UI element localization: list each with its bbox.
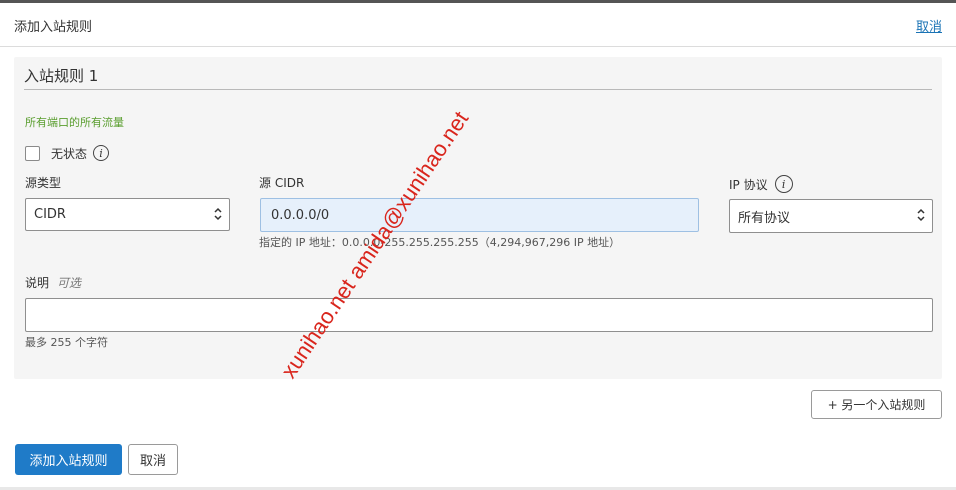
chevron-up-down-icon — [214, 207, 222, 221]
traffic-note: 所有端口的所有流量 — [25, 116, 124, 129]
source-cidr-input[interactable]: 0.0.0.0/0 — [260, 198, 699, 232]
rule-title: 入站规则 1 — [24, 67, 99, 85]
source-cidr-hint: 指定的 IP 地址：0.0.0.0-255.255.255.255（4,294,… — [259, 236, 621, 249]
dialog-title: 添加入站规则 — [14, 20, 93, 35]
stateless-label: 无状态 — [51, 146, 88, 161]
ip-protocol-label: IP 协议 — [729, 177, 768, 192]
description-optional: 可选 — [57, 276, 82, 290]
cancel-button[interactable]: 取消 — [128, 444, 178, 475]
description-label-row: 说明 可选 — [25, 274, 81, 291]
source-type-value: CIDR — [34, 207, 66, 222]
ip-protocol-label-row: IP 协议 i — [729, 175, 793, 193]
info-icon[interactable]: i — [93, 145, 110, 161]
source-cidr-label: 源 CIDR — [259, 176, 305, 190]
description-input[interactable] — [25, 298, 933, 332]
header-cancel-link[interactable]: 取消 — [916, 16, 942, 35]
source-type-select[interactable]: CIDR — [25, 198, 230, 231]
ip-protocol-value: 所有协议 — [738, 210, 791, 226]
description-label: 说明 — [25, 276, 50, 290]
add-inbound-rule-button[interactable]: 添加入站规则 — [15, 444, 122, 475]
stateless-checkbox[interactable] — [25, 145, 40, 161]
source-cidr-value: 0.0.0.0/0 — [271, 207, 330, 223]
inbound-rule-panel: 入站规则 1 所有端口的所有流量 无状态 i 源类型 CIDR 源 CIDR 0… — [14, 57, 942, 379]
info-icon[interactable]: i — [774, 175, 793, 193]
chevron-up-down-icon — [917, 208, 925, 222]
description-hint: 最多 255 个字符 — [25, 336, 108, 349]
stateless-row: 无状态 i — [25, 143, 110, 163]
dialog-header: 添加入站规则 取消 — [0, 3, 956, 47]
ip-protocol-select[interactable]: 所有协议 — [729, 199, 933, 233]
add-another-rule-button[interactable]: + 另一个入站规则 — [811, 390, 942, 419]
source-type-label: 源类型 — [25, 176, 62, 190]
rule-divider — [24, 89, 932, 90]
